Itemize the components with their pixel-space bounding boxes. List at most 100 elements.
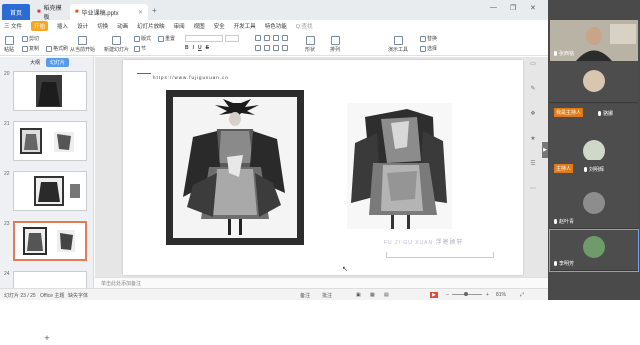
fit-window-icon[interactable]: ⤢ <box>520 292 524 298</box>
slide-thumbnail[interactable] <box>13 121 87 161</box>
select-button[interactable]: 选择 <box>420 45 437 52</box>
reset-button[interactable]: 重置 <box>158 35 175 42</box>
layout-label: 版式 <box>141 36 152 42</box>
close-tab-icon[interactable]: ✕ <box>138 9 143 16</box>
format-icon[interactable]: ☰ <box>530 160 535 167</box>
tab-document[interactable]: ■ 毕业课稿.pptx ✕ <box>70 4 148 20</box>
zoom-slider-handle[interactable] <box>464 292 468 296</box>
bullets-icon[interactable] <box>255 35 261 41</box>
copy-button[interactable]: 复制 <box>22 45 39 52</box>
menu-item-view[interactable]: 视图 <box>194 22 205 30</box>
menu-item-home[interactable]: 开始 <box>31 21 49 31</box>
notes-toggle-button[interactable]: 备注 <box>300 292 310 299</box>
missing-font-button[interactable]: 缺失字体 <box>68 292 88 299</box>
add-slide-button[interactable]: + <box>0 333 94 345</box>
align-right-icon[interactable] <box>273 45 279 51</box>
new-slide-button[interactable]: 新建幻灯片 <box>104 36 129 53</box>
underline-icon[interactable]: U <box>198 45 202 51</box>
menu-item-developer[interactable]: 开发工具 <box>234 22 256 30</box>
italic-icon[interactable]: I <box>193 45 194 51</box>
align-center-icon[interactable] <box>264 45 270 51</box>
title-bar: 首页 ■ 稻壳模板 ■ 毕业课稿.pptx ✕ + — ❐ ✕ <box>0 0 548 21</box>
section-button[interactable]: 节 <box>134 45 146 52</box>
menu-bar: 三 文件 开始 插入 设计 切换 动画 幻灯片放映 审阅 视图 安全 开发工具 … <box>0 20 548 32</box>
menu-item-transition[interactable]: 切换 <box>97 22 108 30</box>
minimize-button[interactable]: — <box>490 4 497 11</box>
participant-tile[interactable] <box>550 62 638 103</box>
cut-button[interactable]: 剪切 <box>22 35 39 42</box>
replace-button[interactable]: 替换 <box>420 35 437 42</box>
menu-item-insert[interactable]: 插入 <box>57 22 68 30</box>
bold-icon[interactable]: B <box>185 45 189 51</box>
slide-thumbnail[interactable] <box>13 71 87 111</box>
play-slideshow-button[interactable]: ▶ <box>430 292 438 298</box>
font-name-select[interactable] <box>185 35 223 42</box>
format-painter-button[interactable]: 格式刷 <box>46 45 68 52</box>
slide-thumbnail[interactable] <box>13 271 87 289</box>
paste-button[interactable]: 粘贴 <box>4 36 14 53</box>
select-icon <box>420 45 426 52</box>
close-window-button[interactable]: ✕ <box>530 4 536 12</box>
fashion-photo-2[interactable] <box>347 103 452 229</box>
slide-canvas[interactable]: https://www.fujiguxuan.cn FU JI GU XUAN … <box>123 60 523 275</box>
pin-icon[interactable]: ▭ <box>530 60 536 67</box>
style-icon[interactable]: ❖ <box>530 110 535 117</box>
properties-icon[interactable]: ✎ <box>530 85 535 92</box>
framed-fashion-photo[interactable] <box>166 90 304 245</box>
participant-tile[interactable]: 张西铭 <box>550 20 638 61</box>
menu-file[interactable]: 三 文件 <box>4 22 22 30</box>
align-left-icon[interactable] <box>255 45 261 51</box>
reading-view-icon[interactable]: ▤ <box>384 292 389 298</box>
zoom-level[interactable]: 81% <box>496 292 506 298</box>
presentation-tools-icon <box>393 36 403 45</box>
tab-home[interactable]: 首页 <box>2 4 30 20</box>
presentation-tools-button[interactable]: 演示工具 <box>388 36 408 53</box>
menu-item-security[interactable]: 安全 <box>214 22 225 30</box>
menu-item-features[interactable]: 特色功能 <box>265 22 287 30</box>
participant-tile[interactable]: 赵叶青 <box>550 188 638 229</box>
font-size-select[interactable] <box>225 35 239 42</box>
more-icon[interactable]: ⋯ <box>530 185 536 192</box>
font-controls[interactable] <box>185 35 239 42</box>
arrange-button[interactable]: 排列 <box>330 36 340 53</box>
justify-icon[interactable] <box>282 45 288 51</box>
menu-item-design[interactable]: 设计 <box>77 22 88 30</box>
animation-icon[interactable]: ★ <box>530 135 535 142</box>
layout-button[interactable]: 版式 <box>134 35 151 42</box>
replace-icon <box>420 35 426 42</box>
search-box[interactable]: Q 查找 <box>296 22 313 30</box>
menu-item-review[interactable]: 审阅 <box>174 22 185 30</box>
menu-item-slideshow[interactable]: 幻灯片放映 <box>137 22 165 30</box>
indent-icon[interactable] <box>273 35 279 41</box>
play-from-current-button[interactable]: 从当前开始 <box>70 36 95 53</box>
slide-number: 23 <box>4 221 10 227</box>
zoom-out-icon[interactable]: – <box>446 292 449 298</box>
mic-icon <box>554 219 557 224</box>
garment-illustration-1 <box>183 99 285 235</box>
tab-template[interactable]: ■ 稻壳模板 <box>32 4 68 21</box>
sorter-view-icon[interactable]: ▦ <box>370 292 375 298</box>
shapes-button[interactable]: 形状 <box>305 36 315 53</box>
new-tab-button[interactable]: + <box>152 6 157 15</box>
slide-url-text[interactable]: https://www.fujiguxuan.cn <box>153 75 229 80</box>
paste-icon <box>4 36 14 45</box>
zoom-in-icon[interactable]: + <box>486 292 489 298</box>
comments-toggle-button[interactable]: 批注 <box>322 292 332 299</box>
tab-outline[interactable]: 大纲 <box>26 58 44 67</box>
slide-panel-tabs: 大纲 幻灯片 <box>26 58 70 67</box>
normal-view-icon[interactable]: ▣ <box>356 292 361 298</box>
copy-icon <box>22 45 28 52</box>
slide-thumbnail[interactable] <box>13 171 87 211</box>
numbering-icon[interactable] <box>264 35 270 41</box>
line-spacing-icon[interactable] <box>282 35 288 41</box>
brush-icon <box>46 45 52 52</box>
participant-tile[interactable]: 李明芳 <box>549 229 639 272</box>
slide-thumbnail-selected[interactable] <box>13 221 87 261</box>
menu-item-animation[interactable]: 动画 <box>117 22 128 30</box>
notes-pane[interactable]: 单击此处添加备注 <box>95 277 548 288</box>
maximize-button[interactable]: ❐ <box>510 4 516 12</box>
strikethrough-icon[interactable]: S <box>206 45 209 51</box>
tab-slides[interactable]: 幻灯片 <box>46 58 70 67</box>
participant-name: 骆娜 <box>603 111 614 117</box>
section-icon <box>134 45 140 52</box>
